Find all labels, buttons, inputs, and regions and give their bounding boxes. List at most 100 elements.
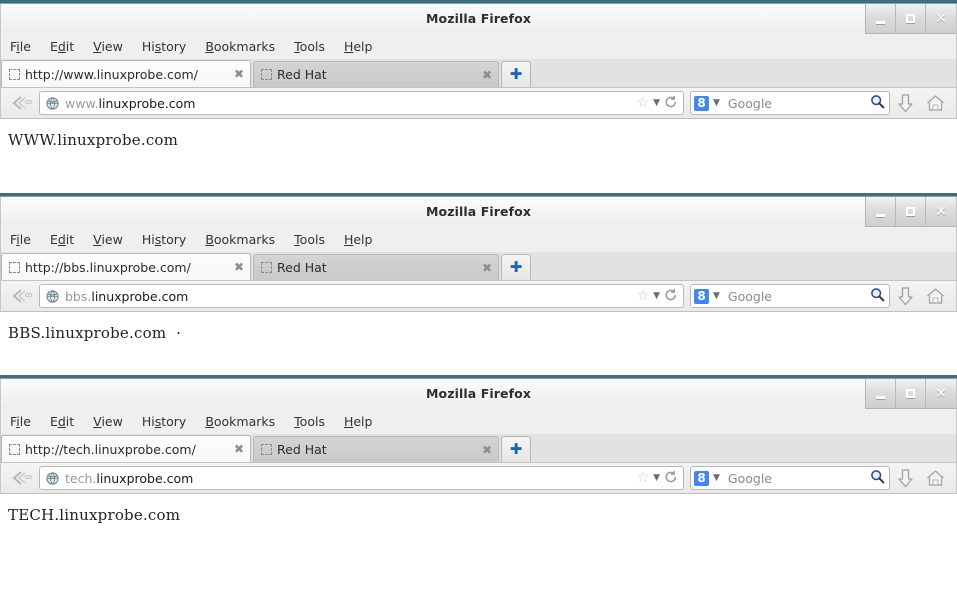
minimize-button[interactable] — [866, 4, 896, 33]
tab-close-icon[interactable]: ✖ — [224, 443, 244, 455]
favicon-placeholder-icon — [261, 69, 272, 80]
navigation-toolbar: tech.linuxprobe.com ☆ ▼ 8 ▼ Google — [0, 462, 957, 494]
tab-close-icon[interactable]: ✖ — [224, 261, 244, 273]
address-bar-actions: ☆ ▼ — [637, 94, 678, 113]
home-button[interactable] — [920, 90, 950, 116]
tab-active[interactable]: http://tech.linuxprobe.com/ ✖ — [1, 435, 251, 462]
menu-item-history[interactable]: History — [142, 37, 196, 56]
address-bar[interactable]: www.linuxprobe.com ☆ ▼ — [39, 91, 684, 115]
maximize-button[interactable] — [896, 197, 926, 226]
menu-item-bookmarks[interactable]: Bookmarks — [205, 230, 285, 249]
url-domain-prefix: tech. — [65, 471, 96, 486]
menu-item-edit[interactable]: Edit — [50, 412, 84, 431]
address-bar[interactable]: tech.linuxprobe.com ☆ ▼ — [39, 466, 684, 490]
star-icon[interactable]: ☆ — [637, 289, 650, 303]
minimize-button[interactable] — [866, 197, 896, 226]
search-input[interactable]: Google — [728, 289, 870, 304]
search-engine-chevron-down-icon[interactable]: ▼ — [713, 474, 720, 483]
tab-redhat[interactable]: Red Hat ✖ — [253, 254, 499, 280]
menu-item-tools[interactable]: Tools — [294, 412, 335, 431]
search-engine-chevron-down-icon[interactable]: ▼ — [713, 99, 720, 108]
globe-icon — [46, 472, 59, 485]
google-engine-icon[interactable]: 8 — [694, 96, 709, 111]
new-tab-button[interactable]: ✚ — [501, 254, 531, 280]
menu-item-edit[interactable]: Edit — [50, 230, 84, 249]
tab-close-icon[interactable]: ✖ — [472, 444, 492, 456]
close-button[interactable]: ✕ — [926, 197, 956, 226]
menu-item-help[interactable]: Help — [344, 230, 383, 249]
menu-item-file[interactable]: File — [10, 230, 41, 249]
home-button[interactable] — [920, 283, 950, 309]
menu-item-history[interactable]: History — [142, 230, 196, 249]
title-bar[interactable]: Mozilla Firefox ✕ — [0, 379, 957, 409]
maximize-button[interactable] — [896, 4, 926, 33]
tab-close-icon[interactable]: ✖ — [472, 69, 492, 81]
menu-item-help[interactable]: Help — [344, 37, 383, 56]
star-icon[interactable]: ☆ — [637, 96, 650, 110]
reload-icon[interactable] — [664, 287, 678, 306]
reload-icon[interactable] — [664, 469, 678, 488]
menu-item-view[interactable]: View — [93, 412, 133, 431]
new-tab-button[interactable]: ✚ — [501, 436, 531, 462]
close-button[interactable]: ✕ — [926, 4, 956, 33]
url-domain-main: linuxprobe.com — [91, 289, 188, 304]
tab-close-icon[interactable]: ✖ — [472, 262, 492, 274]
menu-item-help[interactable]: Help — [344, 412, 383, 431]
menu-item-view[interactable]: View — [93, 37, 133, 56]
address-bar-text: www.linuxprobe.com — [65, 96, 637, 111]
search-input[interactable]: Google — [728, 96, 870, 111]
title-bar[interactable]: Mozilla Firefox ✕ — [0, 4, 957, 34]
menu-item-bookmarks[interactable]: Bookmarks — [205, 412, 285, 431]
back-button[interactable] — [7, 283, 37, 309]
menu-item-tools[interactable]: Tools — [294, 230, 335, 249]
favicon-placeholder-icon — [9, 444, 20, 455]
close-button[interactable]: ✕ — [926, 379, 956, 408]
window-title: Mozilla Firefox — [1, 379, 956, 409]
download-arrow-icon — [897, 94, 914, 113]
plus-icon: ✚ — [510, 260, 523, 275]
address-bar[interactable]: bbs.linuxprobe.com ☆ ▼ — [39, 284, 684, 308]
back-button[interactable] — [7, 90, 37, 116]
menu-item-file[interactable]: File — [10, 412, 41, 431]
menu-item-bookmarks[interactable]: Bookmarks — [205, 37, 285, 56]
minimize-icon — [876, 214, 885, 217]
tab-redhat[interactable]: Red Hat ✖ — [253, 61, 499, 87]
maximize-button[interactable] — [896, 379, 926, 408]
star-icon[interactable]: ☆ — [637, 471, 650, 485]
title-bar[interactable]: Mozilla Firefox ✕ — [0, 197, 957, 227]
search-icon[interactable] — [870, 94, 885, 113]
search-bar[interactable]: 8 ▼ Google — [690, 466, 890, 490]
search-icon[interactable] — [870, 287, 885, 306]
chevron-down-icon[interactable]: ▼ — [653, 474, 660, 483]
menu-item-view[interactable]: View — [93, 230, 133, 249]
downloads-button[interactable] — [890, 283, 920, 309]
chevron-down-icon[interactable]: ▼ — [653, 292, 660, 301]
downloads-button[interactable] — [890, 465, 920, 491]
downloads-button[interactable] — [890, 90, 920, 116]
tab-redhat[interactable]: Red Hat ✖ — [253, 436, 499, 462]
home-button[interactable] — [920, 465, 950, 491]
tab-close-icon[interactable]: ✖ — [224, 68, 244, 80]
menu-bar: File Edit View History Bookmarks Tools H… — [0, 34, 957, 59]
menu-item-history[interactable]: History — [142, 412, 196, 431]
new-tab-button[interactable]: ✚ — [501, 61, 531, 87]
search-icon[interactable] — [870, 469, 885, 488]
minimize-button[interactable] — [866, 379, 896, 408]
search-engine-chevron-down-icon[interactable]: ▼ — [713, 292, 720, 301]
tab-active[interactable]: http://bbs.linuxprobe.com/ ✖ — [1, 253, 251, 280]
menu-item-tools[interactable]: Tools — [294, 37, 335, 56]
search-input[interactable]: Google — [728, 471, 870, 486]
chevron-down-icon[interactable]: ▼ — [653, 99, 660, 108]
menu-item-file[interactable]: File — [10, 37, 41, 56]
menu-item-edit[interactable]: Edit — [50, 37, 84, 56]
window-title: Mozilla Firefox — [1, 4, 956, 34]
search-bar[interactable]: 8 ▼ Google — [690, 284, 890, 308]
reload-icon[interactable] — [664, 94, 678, 113]
window-controls: ✕ — [865, 379, 956, 409]
google-engine-icon[interactable]: 8 — [694, 471, 709, 486]
search-bar[interactable]: 8 ▼ Google — [690, 91, 890, 115]
google-engine-icon[interactable]: 8 — [694, 289, 709, 304]
back-button[interactable] — [7, 465, 37, 491]
tab-active[interactable]: http://www.linuxprobe.com/ ✖ — [1, 60, 251, 87]
page-content-bbs: BBS.linuxprobe.com · — [0, 312, 957, 367]
